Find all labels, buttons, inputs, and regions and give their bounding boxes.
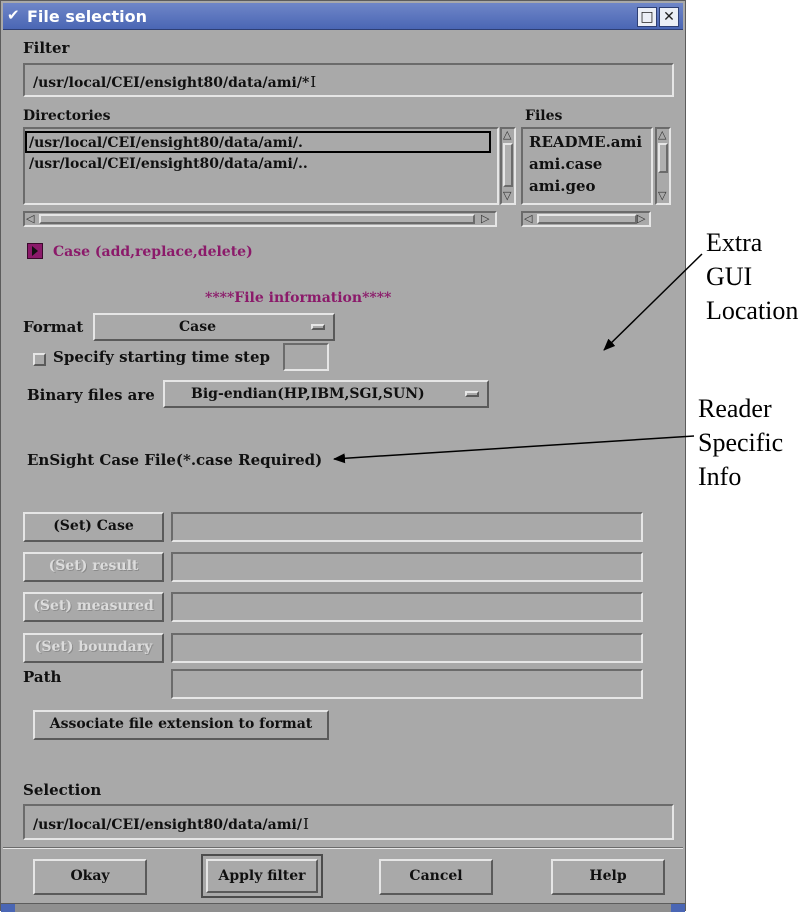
scroll-left-icon[interactable]: ◁ [26, 212, 34, 225]
selection-value: /usr/local/CEI/ensight80/data/ami/ [33, 817, 302, 833]
file-item[interactable]: README.ami [529, 133, 642, 151]
files-list[interactable]: README.ami ami.case ami.geo [521, 127, 653, 205]
result-file-field[interactable] [171, 552, 643, 582]
directories-vertical-scrollbar[interactable]: △ ▽ [500, 127, 516, 205]
set-result-button[interactable]: (Set) result [23, 552, 164, 582]
specify-time-checkbox[interactable] [33, 353, 46, 366]
binary-format-value: Big-endian(HP,IBM,SGI,SUN) [191, 386, 425, 402]
directory-item[interactable]: /usr/local/CEI/ensight80/data/ami/.. [29, 156, 308, 172]
directories-horizontal-scrollbar[interactable]: ◁ ▷ [23, 211, 497, 227]
file-item[interactable]: ami.geo [529, 177, 596, 195]
directory-item[interactable]: /usr/local/CEI/ensight80/data/ami/. [29, 135, 303, 151]
files-horizontal-scrollbar[interactable]: ◁ ▷ [521, 211, 651, 227]
annotation-line: Specific [698, 428, 784, 457]
scroll-left-icon[interactable]: ◁ [524, 212, 532, 225]
path-label: Path [23, 668, 62, 686]
text-cursor-icon: I [302, 815, 309, 833]
case-file-field[interactable] [171, 512, 643, 542]
set-boundary-button[interactable]: (Set) boundary [23, 633, 164, 663]
filter-input[interactable]: /usr/local/CEI/ensight80/data/ami/*I [23, 63, 674, 97]
file-item[interactable]: ami.case [529, 155, 602, 173]
scroll-down-icon[interactable]: ▽ [658, 189, 666, 202]
okay-button[interactable]: Okay [33, 859, 147, 895]
directories-label: Directories [23, 108, 111, 124]
file-information-heading: ****File information**** [205, 290, 392, 306]
scroll-up-icon[interactable]: △ [503, 128, 511, 141]
specify-time-label: Specify starting time step [53, 348, 270, 366]
format-dropdown[interactable]: Case [93, 313, 335, 341]
extra-gui-annotation: Extra GUI Location [706, 226, 798, 328]
close-icon[interactable]: ✕ [659, 7, 679, 27]
measured-file-field[interactable] [171, 592, 643, 622]
reader-specific-annotation: Reader Specific Info [698, 392, 783, 494]
help-button[interactable]: Help [551, 859, 665, 895]
binary-files-label: Binary files are [27, 386, 155, 404]
binary-format-dropdown[interactable]: Big-endian(HP,IBM,SGI,SUN) [163, 380, 489, 408]
scroll-thumb[interactable] [658, 143, 668, 173]
annotation-line: Info [698, 462, 742, 491]
annotation-line: Location [706, 296, 799, 325]
files-label: Files [525, 108, 563, 124]
apply-filter-label: Apply filter [218, 868, 306, 884]
scroll-down-icon[interactable]: ▽ [503, 189, 511, 202]
filter-label: Filter [23, 39, 70, 57]
annotation-line: Reader [698, 394, 772, 423]
path-field[interactable] [171, 669, 643, 699]
annotation-line: Extra [706, 228, 763, 257]
scroll-thumb[interactable] [39, 214, 475, 224]
cancel-button[interactable]: Cancel [379, 859, 493, 895]
file-selection-window: ✔ File selection □ ✕ Filter /usr/local/C… [0, 0, 686, 912]
format-value: Case [179, 319, 217, 335]
annotation-line: GUI [706, 262, 753, 291]
case-toggle-label[interactable]: Case (add,replace,delete) [53, 244, 253, 260]
filter-value: /usr/local/CEI/ensight80/data/ami/* [33, 75, 310, 91]
text-cursor-icon: I [310, 73, 317, 91]
set-measured-button[interactable]: (Set) measured [23, 592, 164, 622]
window-title: File selection [27, 7, 148, 26]
directories-list[interactable]: /usr/local/CEI/ensight80/data/ami/. /usr… [23, 127, 499, 205]
maximize-icon[interactable]: □ [637, 7, 657, 27]
files-vertical-scrollbar[interactable]: △ ▽ [655, 127, 671, 205]
reader-specific-info: EnSight Case File(*.case Required) [27, 451, 323, 469]
scroll-thumb[interactable] [537, 214, 637, 224]
format-label: Format [23, 318, 84, 336]
start-time-step-input[interactable] [283, 343, 329, 371]
set-case-button[interactable]: (Set) Case [23, 512, 164, 542]
selection-input[interactable]: /usr/local/CEI/ensight80/data/ami/I [23, 804, 674, 840]
triangle-right-icon[interactable] [27, 243, 43, 259]
boundary-file-field[interactable] [171, 633, 643, 663]
option-menu-icon [465, 391, 479, 397]
scroll-right-icon[interactable]: ▷ [637, 212, 645, 225]
scroll-up-icon[interactable]: △ [658, 128, 666, 141]
scroll-thumb[interactable] [503, 143, 513, 187]
apply-filter-button[interactable]: Apply filter [201, 854, 323, 898]
scroll-right-icon[interactable]: ▷ [481, 212, 489, 225]
chevron-down-icon[interactable]: ✔ [7, 7, 23, 23]
option-menu-icon [311, 324, 325, 330]
selection-label: Selection [23, 781, 102, 799]
title-bar[interactable]: ✔ File selection □ ✕ [3, 3, 683, 30]
separator [3, 847, 683, 849]
associate-extension-button[interactable]: Associate file extension to format [33, 710, 329, 740]
